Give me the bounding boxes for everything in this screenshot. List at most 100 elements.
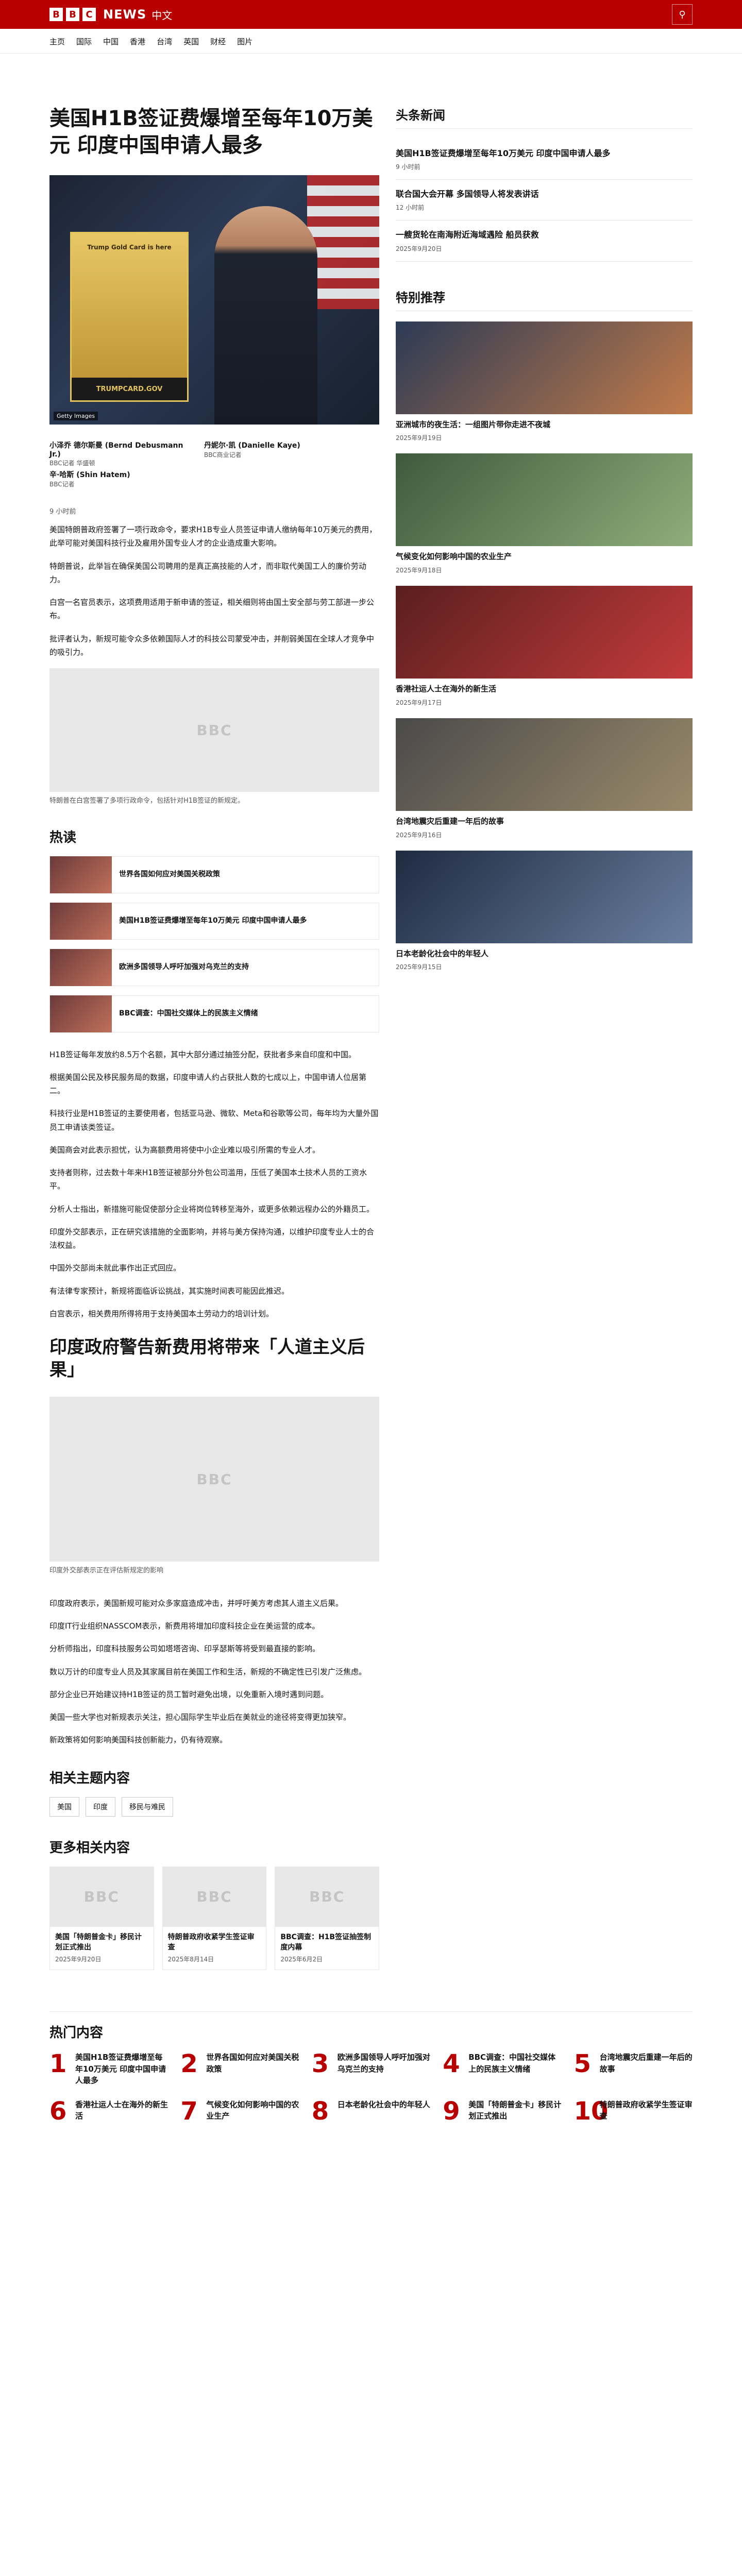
top-story-item[interactable]: 联合国大会开幕 多国领导人将发表讲话 12 小时前 xyxy=(396,180,693,221)
page-layout: 美国H1B签证费爆增至每年10万美元 印度中国申请人最多 Trump Gold … xyxy=(49,54,693,1991)
logo-letter-c: C xyxy=(82,8,96,21)
most-read-item[interactable]: 7 气候变化如何影响中国的农业生产 xyxy=(180,2099,299,2124)
more-card[interactable]: BBC 特朗普政府收紧学生签证审查 2025年8月14日 xyxy=(162,1866,267,1971)
gold-card-url: TRUMPCARD.GOV xyxy=(72,378,187,400)
more-card-image: BBC xyxy=(275,1867,379,1927)
bbc-news-logo[interactable]: B B C NEWS 中文 xyxy=(49,7,172,22)
hot-thumbnail xyxy=(50,902,112,940)
sidebar: 头条新闻 美国H1B签证费爆增至每年10万美元 印度中国申请人最多 9 小时前 联合… xyxy=(396,105,693,1991)
most-read-rank: 2 xyxy=(180,2049,198,2079)
topic-tag[interactable]: 移民与难民 xyxy=(122,1797,173,1817)
most-read-item[interactable]: 5 台湾地震灾后重建一年后的故事 xyxy=(574,2052,693,2087)
most-read-rank: 3 xyxy=(311,2049,329,2079)
most-read-item[interactable]: 2 世界各国如何应对美国关税政策 xyxy=(180,2052,299,2087)
most-read-item[interactable]: 8 日本老龄化社会中的年轻人 xyxy=(312,2099,430,2124)
paragraph: 美国一些大学也对新规表示关注，担心国际学生毕业后在美就业的途径将变得更加狭窄。 xyxy=(49,1713,351,1722)
hot-item[interactable]: 美国H1B签证费爆增至每年10万美元 印度中国申请人最多 xyxy=(49,902,379,940)
nav-item[interactable]: 主页 xyxy=(49,36,65,47)
logo-letter-b1: B xyxy=(49,8,63,21)
gold-card-placard: Trump Gold Card is here TRUMPCARD.GOV xyxy=(70,232,189,402)
more-card-title: 特朗普政府收紧学生签证审查 xyxy=(167,1933,255,1952)
nav-item[interactable]: 台湾 xyxy=(157,36,172,47)
topic-tag[interactable]: 印度 xyxy=(86,1797,115,1817)
paragraph: 美国商会对此表示担忧，认为高额费用将使中小企业难以吸引所需的专业人才。 xyxy=(49,1145,321,1155)
most-read-rank: 9 xyxy=(443,2096,460,2126)
featured-card[interactable]: 台湾地震灾后重建一年后的故事 2025年9月16日 xyxy=(396,718,693,839)
paragraph: 白宫一名官员表示，这项费用适用于新申请的签证，相关细则将由国土安全部与劳工部进一… xyxy=(49,598,375,621)
top-bar: B B C NEWS 中文 ⚲ xyxy=(0,0,742,29)
hero-image: Trump Gold Card is here TRUMPCARD.GOV Ge… xyxy=(49,175,379,425)
top-story-date: 12 小时前 xyxy=(396,204,425,212)
more-card[interactable]: BBC 美国「特朗普金卡」移民计划正式推出 2025年9月20日 xyxy=(49,1866,154,1971)
more-card[interactable]: BBC BBC调查：H1B签证抽签制度内幕 2025年6月2日 xyxy=(275,1866,380,1971)
most-read-item[interactable]: 10 特朗普政府收紧学生签证审查 xyxy=(574,2099,693,2124)
search-button[interactable]: ⚲ xyxy=(672,4,693,25)
featured-card[interactable]: 日本老龄化社会中的年轻人 2025年9月15日 xyxy=(396,850,693,972)
paragraph: 分析人士指出，新措施可能促使部分企业将岗位转移至海外，或更多依赖远程办公的外籍员… xyxy=(49,1204,375,1214)
more-card-date: 2025年6月2日 xyxy=(280,1956,323,1963)
top-story-item[interactable]: 一艘货轮在南海附近海域遇险 船员获救 2025年9月20日 xyxy=(396,221,693,262)
most-read-title: 美国「特朗普金卡」移民计划正式推出 xyxy=(468,2099,562,2121)
more-related-grid: BBC 美国「特朗普金卡」移民计划正式推出 2025年9月20日 BBC 特朗普政府收紧… xyxy=(49,1866,380,1971)
author: 小泽乔 德尔斯曼 (Bernd Debusmann Jr.) BBC记者 华盛顿 xyxy=(49,440,183,467)
more-card-title: 美国「特朗普金卡」移民计划正式推出 xyxy=(55,1933,142,1952)
section2-image-caption: 印度外交部表示正在评估新规定的影响 xyxy=(49,1567,164,1575)
hot-item[interactable]: 欧洲多国领导人呼吁加强对乌克兰的支持 xyxy=(49,948,379,986)
article-body-part3: 印度政府表示，美国新规可能对众多家庭造成冲击，并呼吁美方考虑其人道主义后果。 印度… xyxy=(49,1597,379,1747)
hot-item[interactable]: 世界各国如何应对美国关税政策 xyxy=(49,856,379,893)
article-headline: 美国H1B签证费爆增至每年10万美元 印度中国申请人最多 xyxy=(49,107,373,157)
nav-item[interactable]: 香港 xyxy=(130,36,145,47)
top-bar-inner: B B C NEWS 中文 ⚲ xyxy=(49,0,693,29)
speaker-figure xyxy=(214,206,317,425)
most-read-item[interactable]: 3 欧洲多国领导人呼吁加强对乌克兰的支持 xyxy=(312,2052,430,2087)
top-story-item[interactable]: 美国H1B签证费爆增至每年10万美元 印度中国申请人最多 9 小时前 xyxy=(396,139,693,180)
paragraph: 数以万计的印度专业人员及其家属目前在美国工作和生活，新规的不确定性已引发广泛焦虑… xyxy=(49,1667,367,1676)
nav-item[interactable]: 中国 xyxy=(103,36,119,47)
featured-card[interactable]: 气候变化如何影响中国的农业生产 2025年9月18日 xyxy=(396,453,693,574)
featured-image xyxy=(396,321,693,414)
section2-headline: 印度政府警告新费用将带来「人道主义后果」 xyxy=(49,1337,365,1381)
hot-title: 美国H1B签证费爆增至每年10万美元 印度中国申请人最多 xyxy=(119,916,307,925)
byline: 小泽乔 德尔斯曼 (Bernd Debusmann Jr.) BBC记者 华盛顿丹… xyxy=(49,440,379,488)
most-read-item[interactable]: 6 香港社运人士在海外的新生活 xyxy=(49,2099,168,2124)
most-read-title: 热门内容 xyxy=(49,2011,693,2041)
section2-image: BBC xyxy=(49,1397,379,1562)
most-read-grid: 1 美国H1B签证费爆增至每年10万美元 印度中国申请人最多 2 世界各国如何应对美国… xyxy=(49,2052,693,2124)
nav-item[interactable]: 英国 xyxy=(183,36,199,47)
author: 辛·哈斯 (Shin Hatem) BBC记者 xyxy=(49,469,183,488)
featured-title: 日本老龄化社会中的年轻人 xyxy=(396,948,489,958)
bbc-placeholder-icon: BBC xyxy=(83,1888,120,1906)
nav-item[interactable]: 国际 xyxy=(76,36,92,47)
paragraph: 美国特朗普政府签署了一项行政命令，要求H1B专业人员签证申请人缴纳每年10万美元… xyxy=(49,525,377,548)
most-read-rank: 8 xyxy=(311,2096,329,2126)
featured-card[interactable]: 香港社运人士在海外的新生活 2025年9月17日 xyxy=(396,586,693,707)
hot-title: BBC调查：中国社交媒体上的民族主义情绪 xyxy=(119,1009,258,1018)
top-story-date: 2025年9月20日 xyxy=(396,245,442,252)
nav-item[interactable]: 图片 xyxy=(237,36,252,47)
more-card-date: 2025年8月14日 xyxy=(167,1956,214,1963)
hot-text: 欧洲多国领导人呼吁加强对乌克兰的支持 xyxy=(119,962,249,973)
topic-tag[interactable]: 美国 xyxy=(49,1797,79,1817)
paragraph: 印度政府表示，美国新规可能对众多家庭造成冲击，并呼吁美方考虑其人道主义后果。 xyxy=(49,1598,344,1608)
nav-item[interactable]: 财经 xyxy=(210,36,226,47)
most-read-item[interactable]: 9 美国「特朗普金卡」移民计划正式推出 xyxy=(443,2099,561,2124)
featured-card[interactable]: 亚洲城市的夜生活：一组图片带你走进不夜城 2025年9月19日 xyxy=(396,321,693,443)
gold-card-text: Trump Gold Card is here xyxy=(87,244,172,251)
paragraph: 根据美国公民及移民服务局的数据，印度申请人约占获批人数的七成以上，中国申请人位居… xyxy=(49,1072,367,1095)
logo-zh: 中文 xyxy=(151,9,173,22)
search-icon: ⚲ xyxy=(679,9,686,20)
most-read-item[interactable]: 4 BBC调查：中国社交媒体上的民族主义情绪 xyxy=(443,2052,561,2087)
article-body-part1: 美国特朗普政府签署了一项行政命令，要求H1B专业人员签证申请人缴纳每年10万美元… xyxy=(49,523,379,659)
hot-item[interactable]: BBC调查：中国社交媒体上的民族主义情绪 xyxy=(49,995,379,1032)
more-card-image: BBC xyxy=(162,1867,266,1927)
most-read-rank: 1 xyxy=(49,2049,67,2079)
bbc-placeholder-icon: BBC xyxy=(196,1888,232,1906)
top-story-title: 美国H1B签证费爆增至每年10万美元 印度中国申请人最多 xyxy=(396,148,611,158)
more-card-image: BBC xyxy=(50,1867,154,1927)
author-org: BBC记者 华盛顿 xyxy=(49,460,95,467)
featured-date: 2025年9月18日 xyxy=(396,567,442,574)
most-read-title: BBC调查：中国社交媒体上的民族主义情绪 xyxy=(468,2053,556,2074)
most-read-rank: 5 xyxy=(574,2049,591,2079)
hot-list: 世界各国如何应对美国关税政策美国H1B签证费爆增至每年10万美元 印度中国申请人… xyxy=(49,856,379,1032)
most-read-item[interactable]: 1 美国H1B签证费爆增至每年10万美元 印度中国申请人最多 xyxy=(49,2052,168,2087)
